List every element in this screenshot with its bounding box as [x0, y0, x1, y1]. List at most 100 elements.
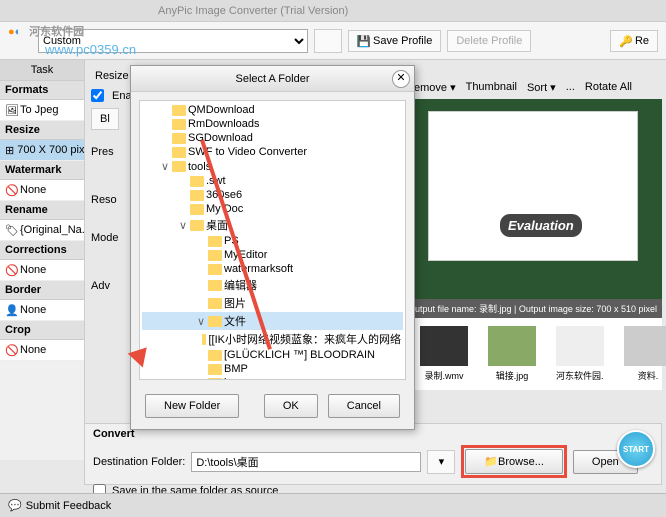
titlebar: AnyPic Image Converter (Trial Version)	[0, 0, 666, 22]
sidebar: Task Formats 🖼To Jpeg Resize ⊞700 X 700 …	[0, 60, 85, 460]
tree-item[interactable]: [[IK小时网络视频蓝象：来疯年人的网络	[142, 330, 403, 348]
tree-item[interactable]: [GLÜCKLICH ™] BLOODRAIN	[142, 348, 403, 362]
tree-item[interactable]: 编辑器	[142, 276, 403, 294]
dialog-close-button[interactable]: ✕	[392, 70, 410, 88]
app-title: AnyPic Image Converter (Trial Version)	[158, 5, 348, 17]
folder-icon	[208, 280, 222, 291]
folder-icon	[190, 190, 204, 201]
tree-item[interactable]: My Doc	[142, 202, 403, 216]
tree-item[interactable]: SGDownload	[142, 131, 403, 145]
dropdown-action-button[interactable]	[314, 29, 342, 53]
dialog-titlebar: Select A Folder ✕	[131, 66, 414, 92]
footer: 💬 Submit Feedback	[0, 493, 666, 517]
dest-folder-input[interactable]	[191, 452, 421, 472]
thumb-item[interactable]: 资料.	[624, 326, 666, 382]
tag-icon: 🏷	[5, 224, 17, 236]
folder-icon	[172, 119, 186, 130]
tree-item[interactable]: 360se6	[142, 188, 403, 202]
convert-panel: Convert Destination Folder: ▾ 📁Browse...…	[84, 423, 662, 485]
tree-item[interactable]: ∨桌面	[142, 216, 403, 234]
thumb-item[interactable]: 辑接.jpg	[488, 326, 536, 382]
sidebar-item-watermark[interactable]: 🚫None	[0, 180, 84, 201]
select-folder-dialog: Select A Folder ✕ QMDownloadRmDownloadsS…	[130, 65, 415, 430]
dest-folder-label: Destination Folder:	[93, 456, 185, 468]
main-toolbar: Custom 💾Save Profile Delete Profile 🔑Re	[0, 22, 666, 60]
folder-icon	[172, 133, 186, 144]
tree-item[interactable]: SWF to Video Converter	[142, 145, 403, 159]
browse-button[interactable]: 📁Browse...	[465, 449, 563, 474]
none-icon: 🚫	[5, 184, 17, 196]
sidebar-item-resize[interactable]: ⊞700 X 700 pixel	[0, 140, 84, 161]
thumb-item[interactable]: 录制.wmv	[420, 326, 468, 382]
submit-feedback-link[interactable]: Submit Feedback	[26, 500, 112, 512]
folder-icon	[190, 204, 204, 215]
ok-button[interactable]: OK	[264, 394, 318, 418]
tree-item[interactable]: ∨文件	[142, 312, 403, 330]
thumb-item[interactable]: 河东软件园...	[556, 326, 604, 382]
enable-checkbox[interactable]	[91, 89, 104, 102]
save-profile-button[interactable]: 💾Save Profile	[348, 30, 441, 52]
tree-item[interactable]: RmDownloads	[142, 117, 403, 131]
tree-item[interactable]: ∨tools	[142, 159, 403, 174]
profile-dropdown[interactable]: Custom	[38, 29, 308, 53]
resize-icon: ⊞	[5, 144, 14, 156]
sidebar-item-tojpeg[interactable]: 🖼To Jpeg	[0, 100, 84, 121]
reset-button[interactable]: 🔑Re	[610, 30, 658, 52]
folder-icon	[190, 220, 204, 231]
preview-image: Evaluation	[410, 99, 662, 299]
folder-icon	[208, 250, 222, 261]
preset-label: Pres	[91, 146, 114, 158]
enable-label: Ena	[112, 90, 132, 102]
browse-highlight: 📁Browse...	[461, 445, 567, 478]
sidebar-item-border[interactable]: 👤None	[0, 300, 84, 321]
delete-profile-button[interactable]: Delete Profile	[447, 30, 531, 52]
new-folder-button[interactable]: New Folder	[145, 394, 239, 418]
dest-dropdown-button[interactable]: ▾	[427, 450, 455, 474]
folder-icon	[208, 316, 222, 327]
tree-item[interactable]: irc	[142, 376, 403, 380]
section-formats[interactable]: Formats	[0, 81, 84, 100]
tree-item[interactable]: PS	[142, 234, 403, 248]
section-crop[interactable]: Crop	[0, 321, 84, 340]
sidebar-item-corrections[interactable]: 🚫None	[0, 260, 84, 281]
advanced-label: Adv	[91, 280, 110, 292]
folder-tree[interactable]: QMDownloadRmDownloadsSGDownloadSWF to Vi…	[139, 100, 406, 380]
sidebar-item-rename[interactable]: 🏷{Original_Na...	[0, 220, 84, 241]
folder-icon	[202, 334, 207, 345]
evaluation-badge: Evaluation	[500, 214, 582, 237]
dialog-title: Select A Folder	[236, 73, 310, 85]
none-icon: 🚫	[5, 344, 17, 356]
start-button[interactable]: START	[617, 430, 655, 468]
folder-icon	[208, 364, 222, 375]
rotate-button[interactable]: Rotate All	[585, 81, 632, 93]
blank-button[interactable]: Bl	[91, 108, 119, 130]
feedback-icon: 💬	[8, 499, 22, 512]
section-border[interactable]: Border	[0, 281, 84, 300]
tree-item[interactable]: watermarksoft	[142, 262, 403, 276]
section-rename[interactable]: Rename	[0, 201, 84, 220]
tree-item[interactable]: BMP	[142, 362, 403, 376]
folder-icon	[190, 176, 204, 187]
folder-icon	[208, 350, 222, 361]
tree-item[interactable]: MyEditor	[142, 248, 403, 262]
section-watermark[interactable]: Watermark	[0, 161, 84, 180]
resolution-label: Reso	[91, 194, 117, 206]
folder-icon	[172, 161, 186, 172]
save-icon: 💾	[357, 35, 369, 47]
preview-toolbar: emove ▾ Thumbnail Sort ▾ ... Rotate All	[410, 75, 662, 99]
section-resize[interactable]: Resize	[0, 121, 84, 140]
cancel-button[interactable]: Cancel	[328, 394, 400, 418]
remove-button[interactable]: emove ▾	[414, 81, 456, 94]
section-corrections[interactable]: Corrections	[0, 241, 84, 260]
folder-icon	[208, 378, 222, 381]
tree-item[interactable]: QMDownload	[142, 103, 403, 117]
sort-button[interactable]: Sort ▾	[527, 81, 556, 94]
image-icon: 🖼	[5, 104, 17, 116]
folder-icon	[172, 105, 186, 116]
sidebar-item-crop[interactable]: 🚫None	[0, 340, 84, 361]
tree-item[interactable]: .swt	[142, 174, 403, 188]
thumbnail-strip: 录制.wmv 辑接.jpg 河东软件园... 资料.	[410, 318, 662, 390]
thumbnail-button[interactable]: Thumbnail	[466, 81, 517, 93]
tree-item[interactable]: 图片	[142, 294, 403, 312]
folder-icon: 📁	[484, 456, 498, 468]
